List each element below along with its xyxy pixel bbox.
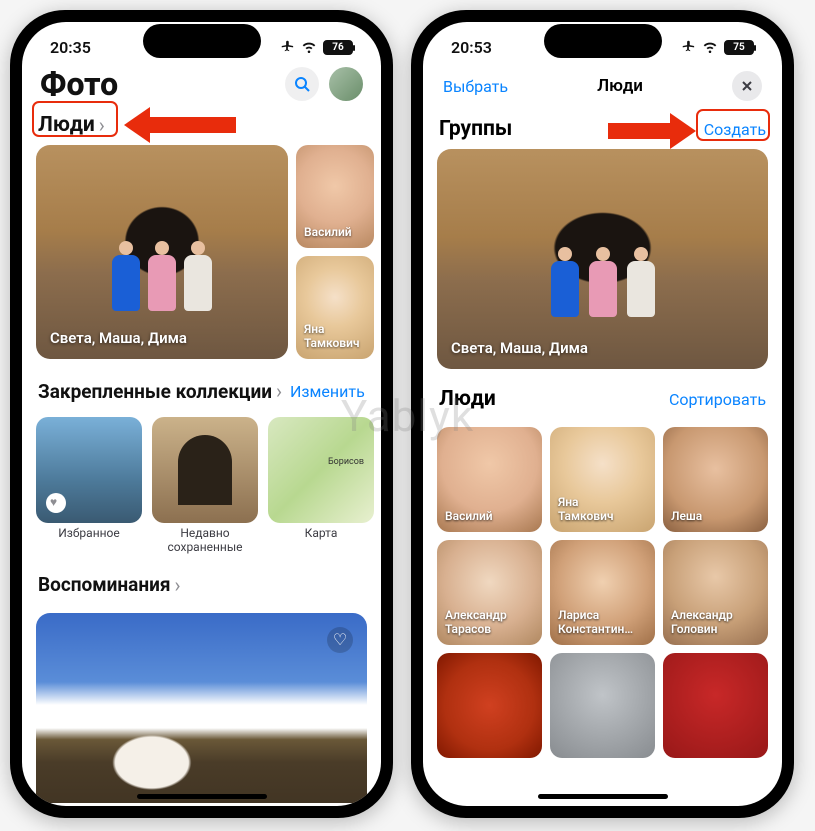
home-indicator[interactable] [538,794,668,799]
wifi-icon [301,38,317,57]
pinned-map[interactable]: Борисов Карта [268,417,374,555]
status-time: 20:53 [451,38,492,57]
close-button[interactable] [732,71,762,101]
annotation-outline [696,109,772,143]
dynamic-island [544,24,662,58]
person-label: Василий [304,226,352,240]
group-album-tile[interactable]: Света, Маша, Дима [36,145,288,359]
memory-tile[interactable]: ♡ [36,613,367,803]
people-list-title: Люди [439,387,496,411]
dynamic-island [143,24,261,58]
person-tile[interactable]: АлександрТарасов [437,540,542,645]
person-tile[interactable]: АлександрГоловин [663,540,768,645]
group-album-tile[interactable]: Света, Маша, Дима [437,149,768,369]
memories-section-link[interactable]: Воспоминания › [36,571,367,605]
person-label: АлександрТарасов [445,609,507,637]
annotation-outline [32,101,122,141]
airplane-icon [680,38,696,57]
heart-icon: ♥ [50,495,57,509]
battery-indicator: 75 [724,40,754,55]
status-time: 20:35 [50,38,91,57]
edit-pinned-button[interactable]: Изменить [290,382,365,401]
person-tile[interactable]: ЯнаТамкович [550,427,655,532]
person-tile[interactable]: Леша [663,427,768,532]
phone-left: 20:35 76 Фото [10,10,393,818]
pinned-section-label: Закрепленные коллекции [38,380,272,403]
groups-title: Группы [439,117,512,141]
memories-section-label: Воспоминания [38,573,171,596]
pinned-caption: Карта [268,527,374,541]
chevron-right-icon: › [175,573,181,597]
select-button[interactable]: Выбрать [443,77,508,96]
person-tile[interactable]: ЛарисаКонстантин… [550,540,655,645]
person-label: Леша [671,510,702,524]
airplane-icon [279,38,295,57]
person-tile[interactable] [550,653,655,758]
annotation-arrow-left [124,107,236,143]
pinned-recent[interactable]: Недавносохраненные [152,417,258,555]
person-label: ЛарисаКонстантин… [558,609,633,637]
pinned-favorites[interactable]: ♥ Избранное [36,417,142,555]
chevron-right-icon: › [276,379,282,403]
group-album-label: Света, Маша, Дима [451,339,588,357]
person-tile[interactable] [437,653,542,758]
pinned-caption: Избранное [36,527,142,541]
group-album-label: Света, Маша, Дима [50,329,187,347]
person-label: ЯнаТамкович [304,323,360,351]
modal-title: Люди [597,76,643,96]
phone-right: 20:53 75 Выбрать Люди [411,10,794,818]
profile-avatar[interactable] [329,67,363,101]
person-tile[interactable] [663,653,768,758]
pinned-section-link[interactable]: Закрепленные коллекции › Изменить [36,377,367,411]
search-button[interactable] [285,67,319,101]
favorite-heart-icon[interactable]: ♡ [327,627,353,653]
map-label: Борисов [328,457,364,467]
person-label: АлександрГоловин [671,609,733,637]
home-indicator[interactable] [137,794,267,799]
pinned-caption: Недавносохраненные [152,527,258,555]
annotation-arrow-right [608,113,696,149]
wifi-icon [702,38,718,57]
person-label: Василий [445,510,493,524]
person-tile-yana[interactable]: ЯнаТамкович [296,256,374,359]
sort-button[interactable]: Сортировать [669,390,766,409]
battery-indicator: 76 [323,40,353,55]
person-label: ЯнаТамкович [558,496,614,524]
page-title: Фото [40,65,118,103]
person-tile[interactable]: Василий [437,427,542,532]
person-tile-vasiliy[interactable]: Василий [296,145,374,248]
